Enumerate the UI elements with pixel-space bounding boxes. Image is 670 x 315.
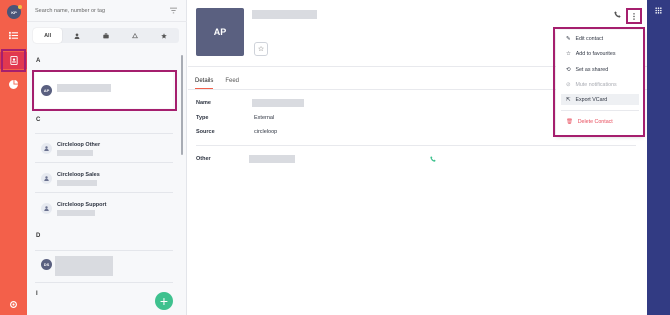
redacted-number (57, 210, 95, 216)
list-divider (35, 250, 173, 251)
tab-feed[interactable]: Feed (225, 78, 239, 89)
list-divider (35, 162, 173, 163)
left-rail: KP (0, 0, 27, 315)
contact-avatar (41, 143, 52, 154)
contact-avatar-initials: DS (43, 262, 50, 267)
search-input[interactable]: Search name, number or tag (35, 8, 105, 14)
detail-tabs: Details Feed (195, 78, 239, 89)
group-icon (44, 176, 49, 181)
tab-people[interactable] (62, 28, 91, 43)
fields-divider (196, 145, 636, 146)
star-icon (161, 32, 168, 39)
contact-name: Circleloop Support (57, 202, 107, 208)
highlight-options-menu (553, 27, 645, 137)
list-divider (35, 133, 173, 134)
field-label-other: Other (196, 156, 211, 162)
list-icon (9, 31, 18, 40)
contact-avatar-large: AP (196, 8, 244, 56)
tab-business[interactable] (91, 28, 120, 43)
sidebar-item-calls[interactable] (0, 27, 27, 44)
tab-shared[interactable] (121, 28, 150, 43)
highlight-selected-contact (32, 70, 177, 111)
tab-details[interactable]: Details (195, 78, 214, 89)
user-avatar-initials: KP (11, 9, 17, 15)
add-contact-button[interactable]: + (155, 292, 173, 310)
briefcase-icon (103, 32, 109, 38)
list-item[interactable]: DS (35, 255, 173, 279)
gear-icon (10, 301, 17, 308)
contact-avatar: DS (41, 259, 52, 270)
highlight-more-button (626, 8, 642, 24)
redacted-name (55, 256, 113, 276)
call-icon[interactable] (430, 156, 436, 162)
redacted-other-number (249, 155, 295, 163)
contact-avatar (41, 203, 52, 214)
sidebar-item-analytics[interactable] (0, 76, 27, 93)
redacted-number (57, 150, 93, 156)
tab-favourites[interactable] (150, 28, 179, 43)
list-item[interactable]: Circleloop Other (35, 138, 173, 162)
person-icon (74, 32, 80, 39)
field-label-type: Type (196, 115, 209, 121)
status-dot (18, 5, 22, 9)
list-divider (35, 282, 173, 283)
star-icon: ☆ (257, 46, 265, 53)
section-header-a: A (36, 58, 41, 64)
tab-all[interactable]: All (33, 28, 63, 43)
group-icon (44, 206, 49, 211)
settings-button[interactable] (0, 296, 27, 313)
field-value-source: circleloop (254, 129, 278, 135)
redacted-name-value (252, 99, 304, 107)
redacted-number (57, 180, 97, 186)
redacted-contact-name (252, 10, 317, 19)
field-value-type: External (254, 115, 275, 121)
field-label-name: Name (196, 100, 211, 106)
section-header-d: D (36, 233, 41, 239)
field-label-source: Source (196, 129, 215, 135)
contact-name: Circleloop Other (57, 142, 101, 148)
list-divider (35, 192, 173, 193)
section-header-i: I (36, 291, 38, 297)
highlight-contacts-nav (1, 49, 26, 72)
filter-icon[interactable] (170, 7, 177, 14)
filter-tabs: All (33, 28, 179, 43)
dialpad-icon[interactable] (655, 7, 662, 14)
phone-icon[interactable] (614, 11, 621, 18)
group-icon (44, 146, 49, 151)
section-header-c: C (36, 117, 41, 123)
recycle-icon (132, 32, 139, 38)
list-item[interactable]: Circleloop Support (35, 198, 173, 222)
contact-avatar (41, 173, 52, 184)
list-item[interactable]: Circleloop Sales (35, 168, 173, 192)
right-rail (647, 0, 670, 315)
pie-chart-icon (9, 80, 18, 89)
contact-name: Circleloop Sales (57, 172, 100, 178)
list-scrollbar[interactable] (181, 55, 183, 155)
search-divider (27, 21, 187, 22)
user-avatar[interactable]: KP (7, 5, 22, 19)
favourite-button[interactable]: ☆ (254, 42, 268, 56)
